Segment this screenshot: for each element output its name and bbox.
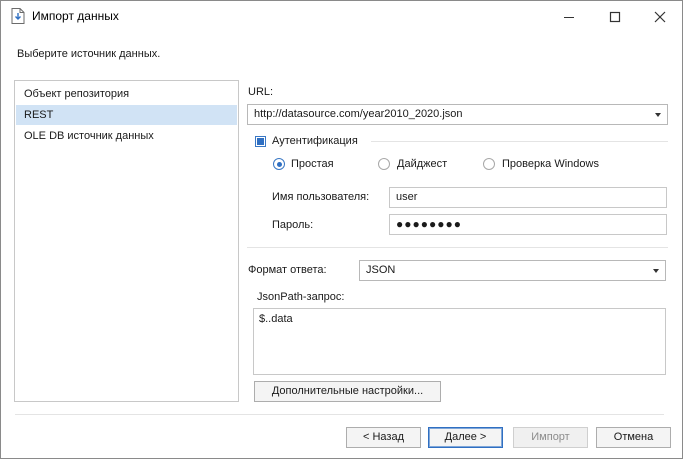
import-data-dialog: Импорт данных Выберите источник данных. …: [0, 0, 683, 459]
auth-radio-digest[interactable]: [378, 158, 390, 170]
jsonpath-label: JsonPath-запрос:: [257, 291, 345, 303]
close-icon: [654, 11, 666, 22]
source-prompt: Выберите источник данных.: [17, 48, 161, 60]
radio-selected-dot: [276, 161, 282, 167]
auth-checkbox[interactable]: [255, 136, 266, 147]
url-label: URL:: [248, 86, 274, 98]
username-field[interactable]: user: [389, 187, 667, 208]
url-value: http://datasource.com/year2010_2020.json: [254, 108, 463, 120]
jsonpath-input[interactable]: $..data: [253, 308, 666, 375]
checkbox-checked-mark: [257, 138, 264, 145]
minimize-button[interactable]: [546, 1, 592, 32]
password-label: Пароль:: [272, 219, 314, 231]
auth-radio-windows[interactable]: [483, 158, 495, 170]
auth-checkbox-label[interactable]: Аутентификация: [272, 135, 358, 147]
auth-radio-simple[interactable]: [273, 158, 285, 170]
auth-separator-top: [371, 141, 668, 142]
auth-radio-simple-label[interactable]: Простая: [291, 158, 334, 170]
cancel-button[interactable]: Отмена: [596, 427, 671, 448]
title-bar[interactable]: Импорт данных: [1, 1, 682, 32]
advanced-settings-button[interactable]: Дополнительные настройки...: [254, 381, 441, 402]
footer-separator: [15, 414, 664, 415]
url-combobox[interactable]: http://datasource.com/year2010_2020.json: [247, 104, 668, 125]
source-item-rest[interactable]: REST: [16, 105, 237, 125]
back-button[interactable]: < Назад: [346, 427, 421, 448]
source-list[interactable]: Объект репозитория REST OLE DB источник …: [14, 80, 239, 402]
import-button[interactable]: Импорт: [513, 427, 588, 448]
close-button[interactable]: [637, 1, 683, 32]
response-format-combobox[interactable]: JSON: [359, 260, 666, 281]
auth-separator-bottom: [247, 247, 668, 248]
jsonpath-value: $..data: [259, 313, 293, 325]
response-format-label: Формат ответа:: [248, 264, 327, 276]
auth-radio-digest-label[interactable]: Дайджест: [397, 158, 447, 170]
source-item-oledb[interactable]: OLE DB источник данных: [16, 126, 237, 146]
username-value: user: [396, 191, 418, 203]
username-label: Имя пользователя:: [272, 191, 370, 203]
response-format-value: JSON: [366, 264, 396, 276]
auth-radio-windows-label[interactable]: Проверка Windows: [502, 158, 599, 170]
document-import-icon: [11, 8, 25, 24]
chevron-down-icon[interactable]: [655, 113, 661, 117]
next-button[interactable]: Далее >: [428, 427, 503, 448]
password-field[interactable]: ●●●●●●●●: [389, 214, 667, 235]
source-item-repository[interactable]: Объект репозитория: [16, 84, 237, 104]
minimize-icon: [564, 16, 574, 18]
chevron-down-icon[interactable]: [653, 269, 659, 273]
maximize-button[interactable]: [592, 1, 638, 32]
window-title: Импорт данных: [32, 9, 119, 23]
password-value: ●●●●●●●●: [396, 217, 462, 231]
maximize-icon: [609, 11, 621, 22]
